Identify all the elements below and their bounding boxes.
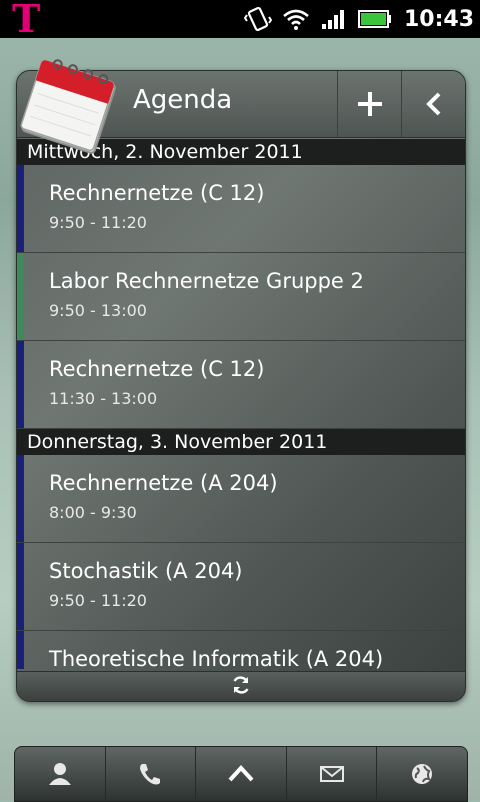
- event-time: 9:50 - 11:20: [49, 591, 147, 610]
- event-time: 8:00 - 9:30: [49, 503, 137, 522]
- refresh-icon[interactable]: [231, 675, 251, 699]
- agenda-event[interactable]: Stochastik (A 204) 9:50 - 11:20: [17, 543, 465, 631]
- calendar-color-bar: [17, 165, 24, 252]
- event-time: 9:50 - 11:20: [49, 213, 147, 232]
- event-title: Rechnernetze (C 12): [49, 181, 265, 205]
- launcher-dock: [14, 746, 468, 802]
- phone-button[interactable]: [106, 747, 197, 801]
- widget-footer: [17, 671, 465, 701]
- battery-icon: [357, 9, 392, 29]
- carrier-logo: T: [12, 0, 41, 41]
- event-time: 9:50 - 13:00: [49, 301, 147, 320]
- calendar-color-bar: [17, 253, 24, 340]
- browser-icon: [412, 764, 433, 784]
- agenda-list[interactable]: Mittwoch, 2. November 2011 Rechnernetze …: [17, 139, 465, 669]
- event-title: Labor Rechnernetze Gruppe 2: [49, 269, 364, 293]
- contacts-button[interactable]: [15, 747, 106, 801]
- calendar-color-bar: [17, 631, 24, 669]
- signal-icon: [320, 7, 348, 31]
- event-title: Rechnernetze (C 12): [49, 357, 265, 381]
- messages-icon: [319, 766, 344, 782]
- phone-icon: [140, 764, 161, 785]
- event-title: Rechnernetze (A 204): [49, 471, 278, 495]
- event-title: Theoretische Informatik (A 204): [49, 647, 384, 669]
- back-button[interactable]: [401, 71, 465, 137]
- day-header: Donnerstag, 3. November 2011: [17, 429, 465, 455]
- event-time: 11:30 - 13:00: [49, 389, 158, 408]
- event-title: Stochastik (A 204): [49, 559, 243, 583]
- agenda-event[interactable]: Rechnernetze (C 12) 9:50 - 11:20: [17, 165, 465, 253]
- wifi-icon: [282, 7, 310, 31]
- calendar-color-bar: [17, 341, 24, 428]
- agenda-event[interactable]: Theoretische Informatik (A 204): [17, 631, 465, 669]
- widget-title: Agenda: [133, 85, 233, 115]
- add-event-button[interactable]: [337, 71, 402, 137]
- agenda-event[interactable]: Labor Rechnernetze Gruppe 2 9:50 - 13:00: [17, 253, 465, 341]
- agenda-event[interactable]: Rechnernetze (C 12) 11:30 - 13:00: [17, 341, 465, 429]
- status-bar: T 10:43: [0, 0, 480, 41]
- calendar-color-bar: [17, 543, 24, 630]
- app-drawer-icon: [228, 765, 254, 782]
- calendar-color-bar: [17, 455, 24, 542]
- contacts-icon: [48, 763, 71, 785]
- browser-button[interactable]: [377, 747, 467, 801]
- vibrate-icon: [243, 5, 272, 33]
- app-drawer-button[interactable]: [196, 747, 287, 801]
- add-icon: [358, 92, 382, 116]
- agenda-widget: Agenda Mittwoch, 2. November 2011 Rechne…: [16, 70, 466, 702]
- messages-button[interactable]: [287, 747, 378, 801]
- calendar-icon: [20, 54, 120, 158]
- clock: 10:43: [403, 6, 474, 32]
- back-chevron-icon: [426, 92, 441, 116]
- agenda-event[interactable]: Rechnernetze (A 204) 8:00 - 9:30: [17, 455, 465, 543]
